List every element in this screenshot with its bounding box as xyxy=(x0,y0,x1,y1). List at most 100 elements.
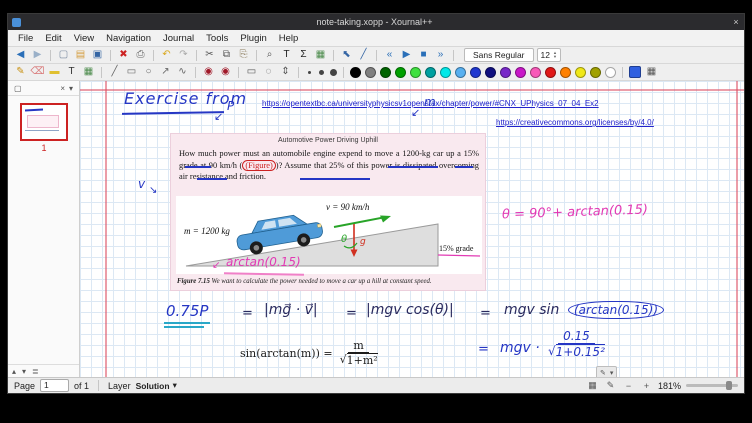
layers-icon[interactable]: ≣ xyxy=(32,367,39,376)
arrow-shape-icon[interactable]: ↗ xyxy=(158,65,173,79)
grid-toggle-icon[interactable]: ▦ xyxy=(586,380,599,391)
pen-quick-icon[interactable]: ✎ xyxy=(600,369,606,377)
toolbar-main: ◀▶▢▤▣✖⎙↶↷✂⧉⎘⌕TΣ▦⬉╱«▶■» Sans Regular 12 ▲… xyxy=(8,47,744,64)
font-name-label: Sans Regular xyxy=(473,50,525,60)
font-size-spinner[interactable]: 12 ▲▼ xyxy=(537,48,561,62)
image-tool-icon[interactable]: ▦ xyxy=(313,48,328,62)
cut-icon[interactable]: ✂ xyxy=(202,48,217,62)
select-rect-icon[interactable]: ▭ xyxy=(244,65,259,79)
color-swatch-orange[interactable] xyxy=(560,67,571,78)
color-picker-icon[interactable] xyxy=(629,66,641,78)
exercise-title: Automotive Power Driving Uphill xyxy=(171,137,485,144)
color-swatch-cyan[interactable] xyxy=(440,67,451,78)
text-tool-icon[interactable]: T xyxy=(279,48,294,62)
zoom-in-icon[interactable]: + xyxy=(640,381,653,391)
pen-size-fine-icon[interactable] xyxy=(303,65,315,79)
color-swatch-white[interactable] xyxy=(605,67,616,78)
color-swatch-purple[interactable] xyxy=(500,67,511,78)
color-swatch-gray[interactable] xyxy=(365,67,376,78)
zoom-slider-thumb[interactable] xyxy=(726,381,732,390)
delete-icon[interactable]: ✖ xyxy=(116,48,131,62)
color-swatch-yellow[interactable] xyxy=(575,67,586,78)
color-swatch-magenta[interactable] xyxy=(515,67,526,78)
document-canvas[interactable]: Exercise from https://opentextbc.ca/univ… xyxy=(80,81,744,377)
text-tool-icon[interactable]: T xyxy=(64,65,79,79)
tex-tool-icon[interactable]: Σ xyxy=(296,48,311,62)
pen-size-medium-icon[interactable] xyxy=(315,65,327,79)
copy-icon[interactable]: ⧉ xyxy=(219,48,234,62)
color-swatch-pink[interactable] xyxy=(530,67,541,78)
figure-link[interactable]: (Figure) xyxy=(242,160,275,171)
ink-arrow-icon: ↙ xyxy=(411,106,420,119)
spinner-arrows-icon[interactable]: ▲▼ xyxy=(553,51,557,59)
menu-item-file[interactable]: File xyxy=(12,33,39,44)
preview-tab-icon[interactable]: ▢ xyxy=(14,84,22,93)
shape-line-icon[interactable]: ╱ xyxy=(356,48,371,62)
save-icon[interactable]: ▣ xyxy=(90,48,105,62)
ink-fraction-denominator: √1+0.15² xyxy=(546,344,607,359)
spline-shape-icon[interactable]: ∿ xyxy=(175,65,190,79)
color-swatch-dark-green[interactable] xyxy=(380,67,391,78)
audio-first-icon[interactable]: « xyxy=(382,48,397,62)
color-swatch-light-green[interactable] xyxy=(410,67,421,78)
pen-size-thick-icon[interactable] xyxy=(327,65,339,79)
audio-last-icon[interactable]: » xyxy=(433,48,448,62)
font-button[interactable]: Sans Regular xyxy=(464,48,534,62)
color-swatch-blue[interactable] xyxy=(470,67,481,78)
page-preview-sidebar: ▢ × ▾ 1 ▴ ▾ ≣ xyxy=(8,81,80,377)
toolbox-caret-icon[interactable]: ▾ xyxy=(610,369,614,377)
grid-snap-icon[interactable]: ▦ xyxy=(644,65,659,79)
paste-icon[interactable]: ⎘ xyxy=(236,48,251,62)
menu-item-help[interactable]: Help xyxy=(273,33,305,44)
circle-shape-icon[interactable]: ○ xyxy=(141,65,156,79)
color-swatch-navy[interactable] xyxy=(485,67,496,78)
pen-settings-icon[interactable]: ✎ xyxy=(604,380,617,391)
select-lasso-icon[interactable]: ◌ xyxy=(261,65,276,79)
page-thumbnail[interactable] xyxy=(20,103,68,141)
menu-item-tools[interactable]: Tools xyxy=(200,33,234,44)
close-window-button[interactable]: × xyxy=(728,17,744,27)
new-document-icon[interactable]: ▢ xyxy=(56,48,71,62)
menu-item-plugin[interactable]: Plugin xyxy=(234,33,272,44)
page-back-icon[interactable]: ◀ xyxy=(13,48,28,62)
sidebar-close-icon[interactable]: × xyxy=(60,84,65,93)
audio-stop-icon[interactable]: ■ xyxy=(416,48,431,62)
previous-page-icon[interactable]: ▴ xyxy=(12,367,16,376)
license-link[interactable]: https://creativecommons.org/licenses/by/… xyxy=(496,118,654,127)
pen-tool-icon[interactable]: ✎ xyxy=(13,65,28,79)
menu-item-journal[interactable]: Journal xyxy=(157,33,200,44)
color-swatch-black[interactable] xyxy=(350,67,361,78)
page-forward-icon[interactable]: ▶ xyxy=(30,48,45,62)
color-swatch-red[interactable] xyxy=(545,67,556,78)
snapping-icon[interactable]: ◉ xyxy=(218,65,233,79)
menu-item-view[interactable]: View xyxy=(68,33,100,44)
shape-recognizer-icon[interactable]: ◉ xyxy=(201,65,216,79)
search-icon[interactable]: ⌕ xyxy=(262,48,277,62)
next-page-icon[interactable]: ▾ xyxy=(22,367,26,376)
open-document-icon[interactable]: ▤ xyxy=(73,48,88,62)
page-number-input[interactable]: 1 xyxy=(40,379,69,392)
eraser-tool-icon[interactable]: ⌫ xyxy=(30,65,45,79)
color-swatch-olive[interactable] xyxy=(590,67,601,78)
zoom-out-icon[interactable]: − xyxy=(622,381,635,391)
sidebar-menu-icon[interactable]: ▾ xyxy=(69,84,73,93)
default-tool-icon[interactable]: ⬉ xyxy=(339,48,354,62)
ruler-icon[interactable]: ╱ xyxy=(107,65,122,79)
menu-item-edit[interactable]: Edit xyxy=(39,33,67,44)
undo-icon[interactable]: ↶ xyxy=(159,48,174,62)
menu-item-navigation[interactable]: Navigation xyxy=(100,33,157,44)
highlighter-tool-icon[interactable]: ▬ xyxy=(47,65,62,79)
redo-icon[interactable]: ↷ xyxy=(176,48,191,62)
image-tool-icon[interactable]: ▦ xyxy=(81,65,96,79)
ink-underline xyxy=(438,255,480,256)
rectangle-shape-icon[interactable]: ▭ xyxy=(124,65,139,79)
layer-select[interactable]: Solution ▾ xyxy=(136,380,177,391)
typeset-radicand: 1+m² xyxy=(347,353,378,367)
vertical-space-icon[interactable]: ⇕ xyxy=(278,65,293,79)
zoom-slider[interactable] xyxy=(686,384,738,387)
print-icon[interactable]: ⎙ xyxy=(133,48,148,62)
color-swatch-teal[interactable] xyxy=(425,67,436,78)
audio-play-icon[interactable]: ▶ xyxy=(399,48,414,62)
color-swatch-green[interactable] xyxy=(395,67,406,78)
color-swatch-sky-blue[interactable] xyxy=(455,67,466,78)
